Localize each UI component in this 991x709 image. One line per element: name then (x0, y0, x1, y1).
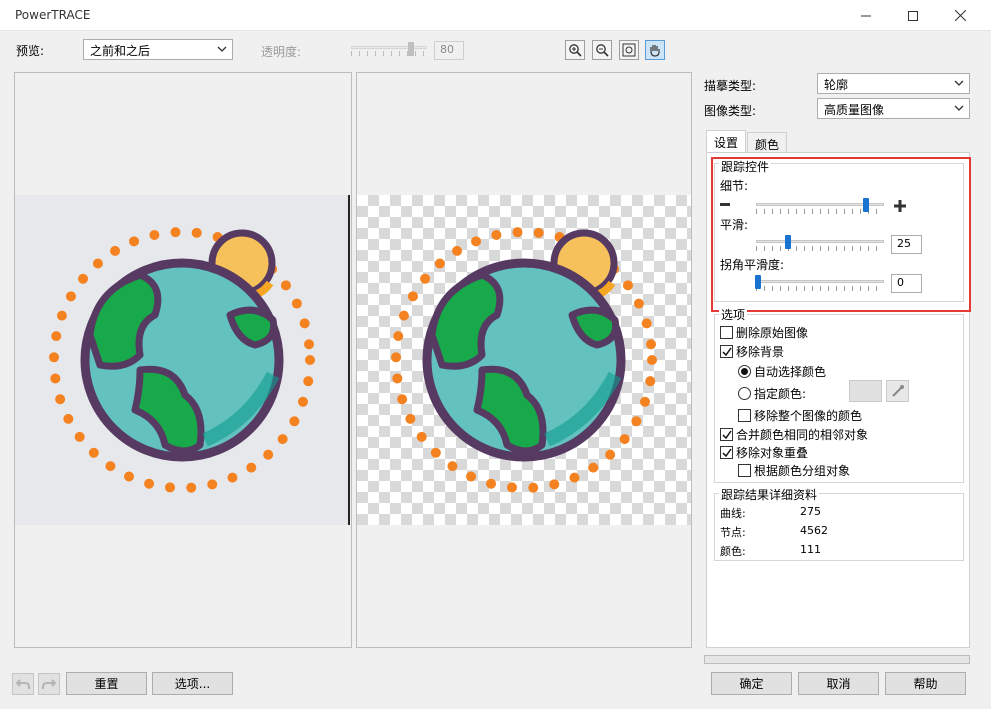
chevron-down-icon (217, 46, 227, 52)
smoothing-thumb[interactable] (785, 235, 791, 249)
traced-image (357, 195, 691, 525)
specify-color-label: 指定颜色: (754, 387, 807, 401)
remove-color-entire-checkbox[interactable] (738, 409, 751, 422)
transparency-label: 透明度: (261, 45, 302, 59)
auto-color-option[interactable]: 自动选择颜色 (738, 363, 826, 380)
transparency-thumb[interactable] (408, 42, 414, 56)
redo-icon (42, 679, 56, 689)
preview-dropdown[interactable]: 之前和之后 (83, 39, 233, 60)
maximize-button[interactable] (890, 0, 936, 31)
corner-smoothing-thumb[interactable] (755, 275, 761, 289)
options-title: 选项 (719, 306, 748, 323)
delete-original-checkbox[interactable] (720, 326, 733, 339)
trace-type-dropdown[interactable]: 轮廓 (817, 73, 970, 94)
smoothing-field[interactable]: 25 (891, 235, 922, 254)
detail-slider[interactable] (756, 198, 884, 215)
group-by-color-checkbox[interactable] (738, 464, 751, 477)
nodes-value: 4562 (800, 524, 828, 537)
original-image (15, 195, 349, 525)
color-swatch[interactable] (849, 380, 882, 402)
specify-color-option[interactable]: 指定颜色: (738, 385, 806, 402)
options-button[interactable]: 选项... (152, 672, 233, 695)
minus-icon[interactable] (720, 203, 730, 206)
corner-smoothing-field[interactable]: 0 (891, 274, 922, 293)
trace-type-label: 描摹类型: (704, 79, 757, 93)
hand-icon (650, 45, 660, 57)
cancel-button[interactable]: 取消 (798, 672, 879, 695)
eyedropper-icon (891, 385, 904, 397)
smoothing-label: 平滑: (720, 218, 749, 232)
curves-value: 275 (800, 505, 821, 518)
group-by-color-option[interactable]: 根据颜色分组对象 (738, 462, 850, 479)
merge-adjacent-option[interactable]: 合并颜色相同的相邻对象 (720, 426, 868, 443)
image-type-label: 图像类型: (704, 104, 757, 118)
reset-button[interactable]: 重置 (66, 672, 147, 695)
merge-adjacent-label: 合并颜色相同的相邻对象 (736, 428, 869, 442)
ok-button[interactable]: 确定 (711, 672, 792, 695)
transparency-field[interactable]: 80 (434, 41, 464, 60)
remove-color-entire-option[interactable]: 移除整个图像的颜色 (738, 407, 862, 424)
zoom-out-button[interactable] (592, 40, 612, 60)
detail-label: 细节: (720, 179, 749, 193)
undo-button[interactable] (12, 673, 34, 695)
corner-smoothing-slider[interactable] (755, 275, 884, 292)
progress-bar (704, 655, 970, 664)
remove-background-option[interactable]: 移除背景 (720, 343, 784, 360)
zoom-in-button[interactable] (565, 40, 585, 60)
auto-color-radio[interactable] (738, 365, 751, 378)
results-group: 跟踪结果详细资料 (714, 486, 964, 561)
check-icon (721, 430, 732, 439)
remove-background-label: 移除背景 (736, 345, 785, 359)
auto-color-label: 自动选择颜色 (754, 365, 827, 379)
results-title: 跟踪结果详细资料 (719, 486, 820, 503)
window-title: PowerTRACE (15, 8, 91, 22)
zoom-out-icon (596, 44, 609, 57)
corner-smoothing-label: 拐角平滑度: (720, 258, 785, 272)
delete-original-label: 删除原始图像 (736, 326, 809, 340)
pane-divider[interactable] (348, 195, 350, 525)
preview-value: 之前和之后 (90, 44, 151, 58)
original-preview-pane[interactable] (14, 72, 352, 648)
remove-overlap-option[interactable]: 移除对象重叠 (720, 444, 808, 461)
transparency-slider[interactable] (351, 42, 427, 58)
remove-overlap-label: 移除对象重叠 (736, 446, 809, 460)
remove-overlap-checkbox[interactable] (720, 446, 733, 459)
colors-label: 颜色: (720, 545, 746, 558)
traced-preview-pane[interactable] (356, 72, 692, 648)
image-type-value: 高质量图像 (824, 103, 885, 117)
nodes-label: 节点: (720, 526, 746, 539)
minimize-button[interactable] (843, 0, 889, 31)
check-icon (721, 347, 732, 356)
group-by-color-label: 根据颜色分组对象 (754, 464, 851, 478)
tab-colors[interactable]: 颜色 (747, 132, 788, 153)
zoom-fit-icon (622, 43, 636, 57)
preview-label: 预览: (16, 44, 45, 58)
zoom-in-icon (569, 44, 582, 57)
specify-color-radio[interactable] (738, 387, 751, 400)
smoothing-slider[interactable] (756, 235, 884, 252)
trace-type-value: 轮廓 (824, 78, 849, 92)
chevron-down-icon (954, 80, 964, 86)
remove-background-checkbox[interactable] (720, 345, 733, 358)
check-icon (721, 448, 732, 457)
fit-view-button[interactable] (619, 40, 639, 60)
eyedropper-button[interactable] (886, 380, 909, 402)
plus-icon[interactable] (894, 200, 906, 212)
colors-value: 111 (800, 543, 821, 556)
pan-button[interactable] (645, 40, 665, 60)
merge-adjacent-checkbox[interactable] (720, 428, 733, 441)
image-type-dropdown[interactable]: 高质量图像 (817, 98, 970, 119)
redo-button[interactable] (38, 673, 60, 695)
chevron-down-icon (954, 105, 964, 111)
title-bar: PowerTRACE (0, 0, 991, 31)
detail-thumb[interactable] (863, 198, 869, 212)
undo-icon (16, 679, 30, 689)
tab-settings[interactable]: 设置 (706, 130, 747, 153)
close-button[interactable] (937, 0, 983, 31)
remove-color-entire-label: 移除整个图像的颜色 (754, 409, 863, 423)
curves-label: 曲线: (720, 507, 746, 520)
delete-original-option[interactable]: 删除原始图像 (720, 324, 808, 341)
help-button[interactable]: 帮助 (885, 672, 966, 695)
